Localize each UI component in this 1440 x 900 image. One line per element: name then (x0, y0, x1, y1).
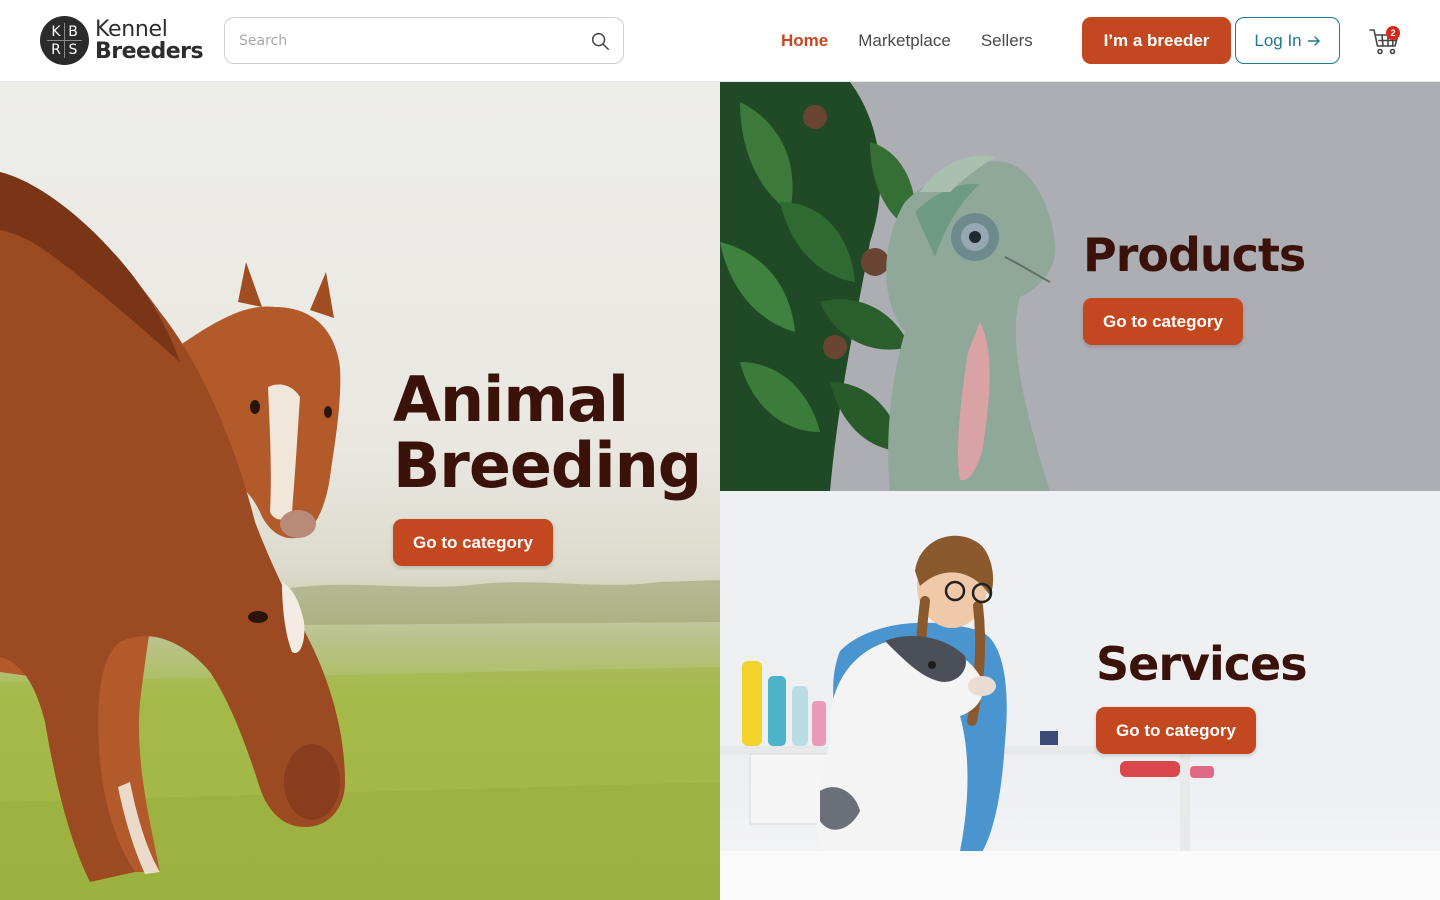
logo-line2: Breeders (95, 38, 204, 64)
category-title: Services (1096, 637, 1308, 691)
category-animal-breeding: Animal Breeding Go to category (0, 82, 720, 900)
chameleon-photo (720, 82, 1056, 491)
arrow-right-icon (1307, 35, 1320, 46)
logo-badge: K B R S (40, 16, 89, 65)
vet-with-dog-photo (720, 535, 1440, 900)
logo-letter: S (68, 42, 78, 58)
nav-home[interactable]: Home (781, 30, 828, 52)
main-nav: Home Marketplace Sellers (781, 30, 1063, 52)
top-header: K B R S Kennel Breeders Home Marketplace… (0, 0, 1440, 82)
services-cta-button[interactable]: Go to category (1096, 707, 1256, 754)
products-cta-button[interactable]: Go to category (1083, 298, 1243, 345)
title-line2: Breeding (393, 429, 702, 502)
search-box (224, 17, 624, 64)
cart-count-badge: 2 (1386, 26, 1400, 40)
login-button[interactable]: Log In (1235, 17, 1340, 64)
nav-marketplace[interactable]: Marketplace (858, 30, 951, 52)
im-a-breeder-button[interactable]: I’m a breeder (1082, 17, 1231, 64)
category-title: Animal Breeding (393, 363, 702, 502)
logo-letter: B (68, 24, 78, 40)
site-logo[interactable]: K B R S Kennel Breeders (40, 16, 204, 65)
category-services: Services Go to category (720, 491, 1440, 900)
nav-sellers[interactable]: Sellers (981, 30, 1033, 52)
logo-line1: Kennel (95, 16, 168, 42)
category-title: Products (1083, 228, 1306, 282)
search-icon[interactable] (589, 30, 611, 52)
logo-letter: K (51, 24, 61, 40)
login-label: Log In (1254, 30, 1302, 50)
animal-breeding-cta-button[interactable]: Go to category (393, 519, 553, 566)
category-products: Products Go to category (720, 82, 1440, 491)
search-input[interactable] (239, 18, 579, 63)
title-line1: Animal (393, 363, 629, 436)
logo-wordmark: Kennel Breeders (95, 16, 204, 64)
cart-button[interactable]: 2 (1368, 24, 1402, 58)
logo-letter: R (51, 42, 61, 58)
